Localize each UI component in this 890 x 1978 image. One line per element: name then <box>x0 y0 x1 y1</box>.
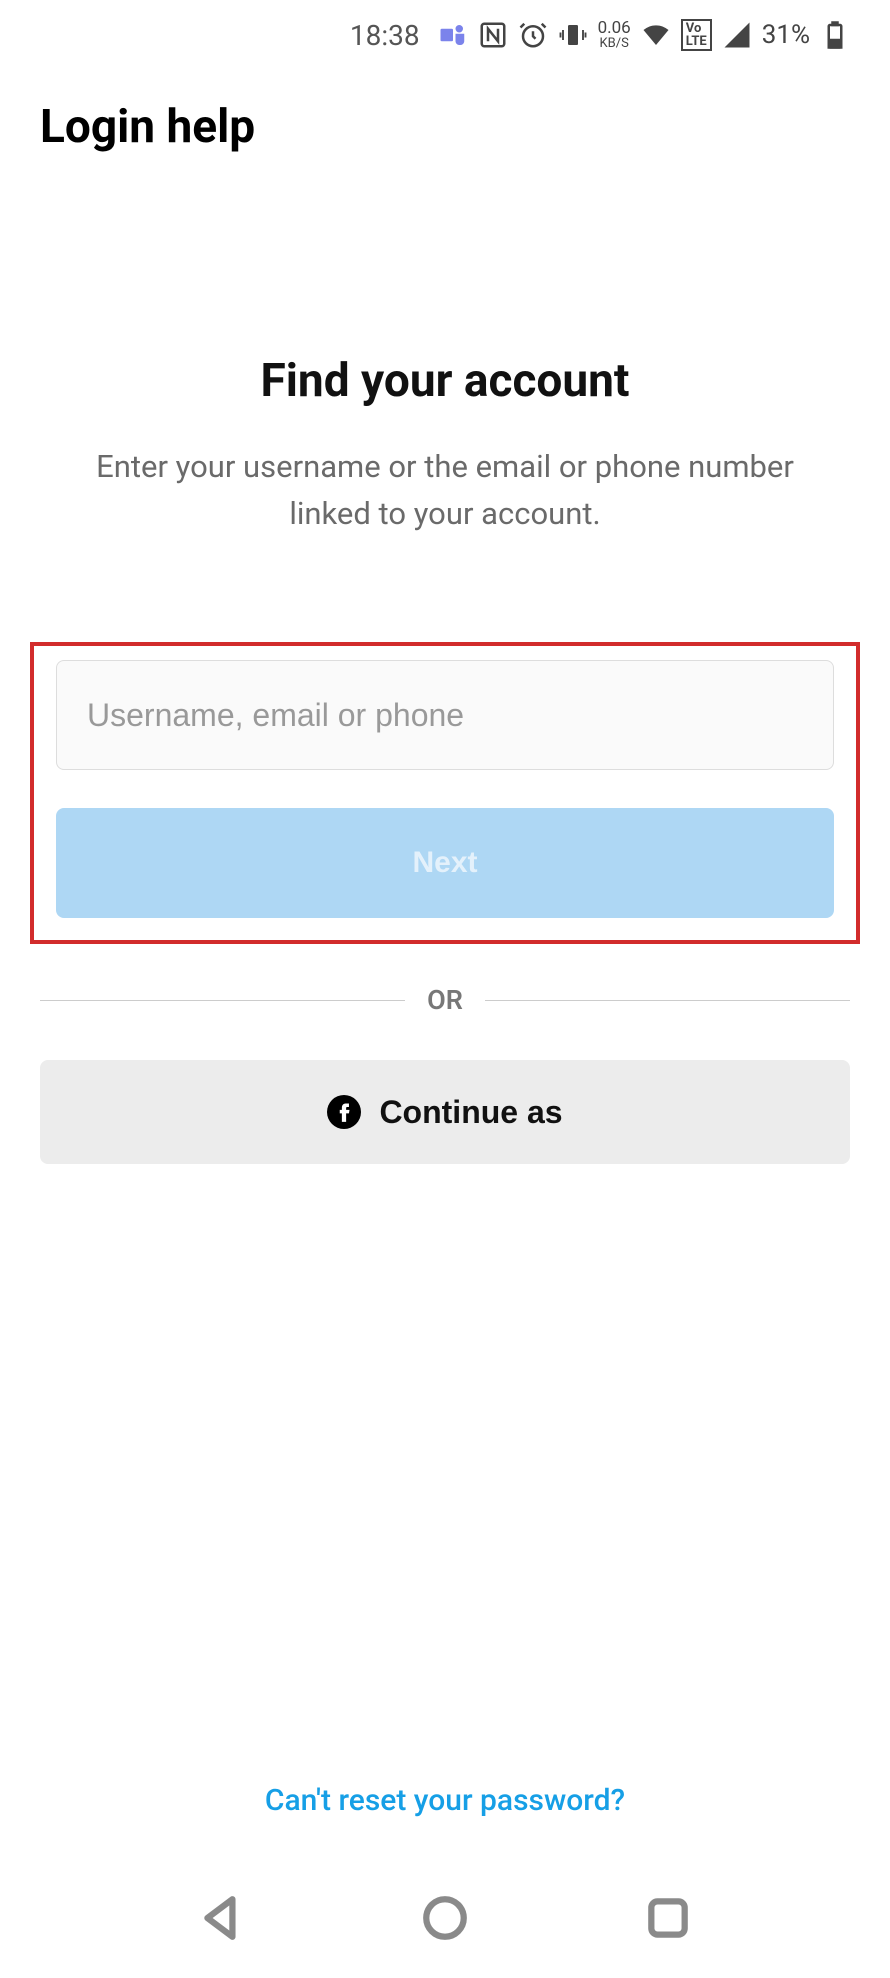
divider-line-right <box>485 1000 850 1001</box>
teams-icon <box>438 20 468 50</box>
find-account-subheading: Enter your username or the email or phon… <box>40 444 850 537</box>
cant-reset-password-link[interactable]: Can't reset your password? <box>0 1783 890 1818</box>
volte-icon: VoLTE <box>681 19 712 51</box>
facebook-button-label: Continue as <box>379 1094 562 1131</box>
battery-icon <box>820 20 850 50</box>
nav-home-button[interactable] <box>420 1893 470 1943</box>
status-bar: 18:38 0.06 KB/S VoLTE 31% <box>0 0 890 70</box>
vibrate-icon <box>558 20 588 50</box>
wifi-icon <box>641 20 671 50</box>
find-account-heading: Find your account <box>40 354 850 408</box>
battery-percent: 31% <box>762 20 810 50</box>
network-speed: 0.06 KB/S <box>598 20 631 50</box>
next-button[interactable]: Next <box>56 808 834 918</box>
continue-facebook-button[interactable]: Continue as <box>40 1060 850 1164</box>
divider-line-left <box>40 1000 405 1001</box>
nfc-icon <box>478 20 508 50</box>
nav-recent-button[interactable] <box>643 1893 693 1943</box>
android-nav-bar <box>0 1858 890 1978</box>
or-text: OR <box>405 984 485 1016</box>
or-divider: OR <box>40 984 850 1016</box>
username-input[interactable] <box>56 660 834 770</box>
status-time: 18:38 <box>350 19 420 52</box>
facebook-icon <box>327 1095 361 1129</box>
signal-icon <box>722 20 752 50</box>
highlight-box: Next <box>30 642 860 944</box>
page-title: Login help <box>0 70 890 154</box>
alarm-icon <box>518 20 548 50</box>
nav-back-button[interactable] <box>197 1893 247 1943</box>
content-area: Find your account Enter your username or… <box>0 354 890 1164</box>
